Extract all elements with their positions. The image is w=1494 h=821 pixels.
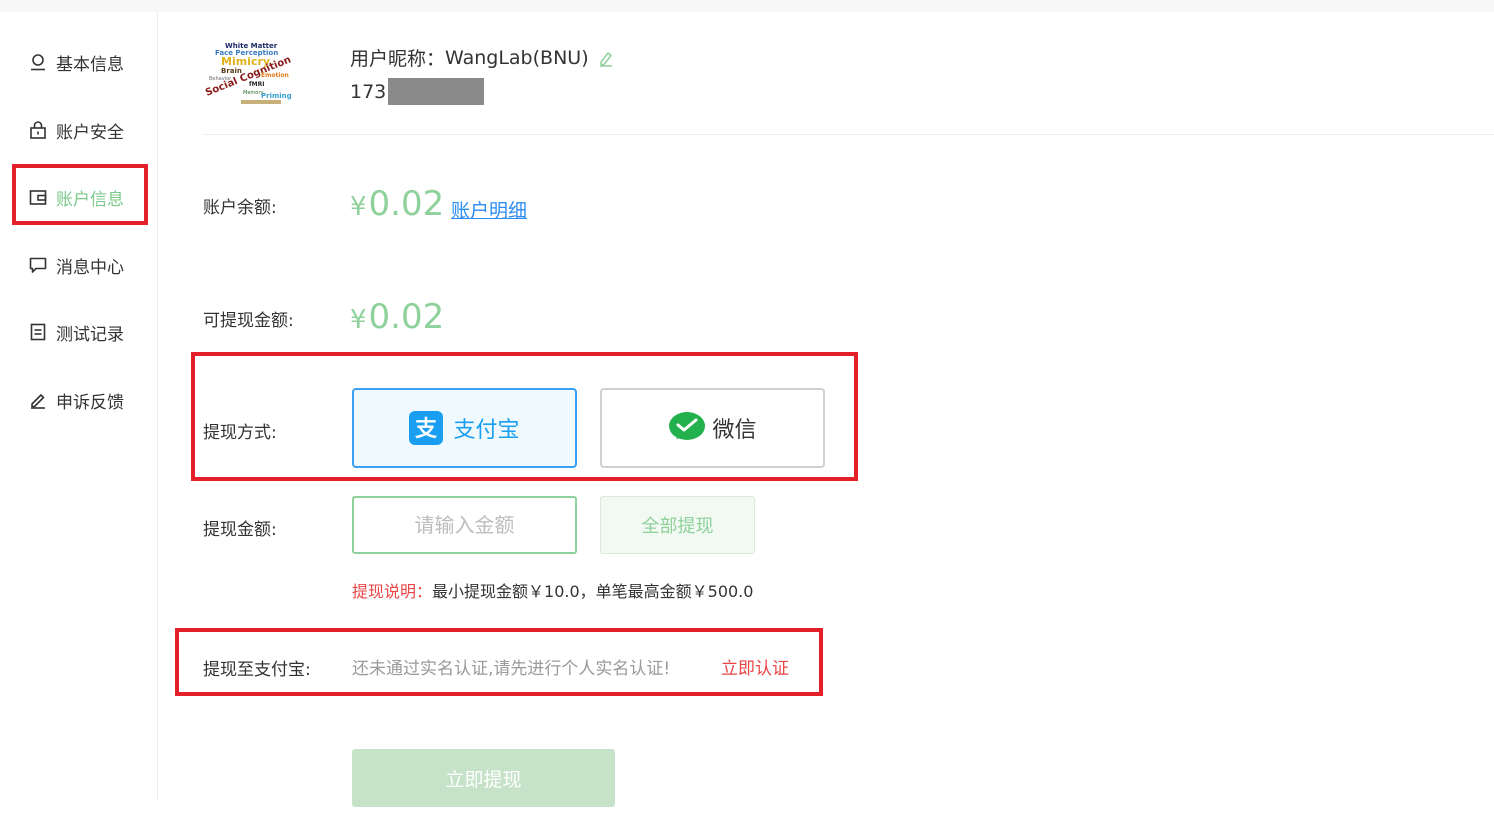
phone-mask [388, 78, 485, 105]
sidebar-item-label: 基本信息 [56, 54, 124, 75]
currency-symbol: ¥ [350, 305, 367, 335]
avatar: White Matter Face Perception Mimicry Bra… [203, 40, 295, 108]
sidebar-item-basic-info[interactable]: 基本信息 [28, 47, 124, 77]
sidebar-item-label: 申诉反馈 [56, 392, 124, 413]
svg-text:Priming: Priming [261, 92, 292, 100]
withdrawable-amount: ¥0.02 [350, 297, 444, 337]
currency-symbol: ¥ [350, 192, 367, 222]
nickname-row: 用户昵称： WangLab(BNU) [350, 44, 615, 71]
note-title: 提现说明： [352, 582, 433, 601]
nickname-label: 用户昵称： [350, 48, 446, 70]
svg-text:支: 支 [415, 417, 438, 442]
sidebar-item-message-center[interactable]: 消息中心 [28, 250, 124, 280]
phone-prefix: 173 [350, 80, 387, 103]
phone-row: 173 [350, 78, 485, 105]
to-alipay-label: 提现至支付宝: [203, 660, 311, 680]
svg-text:Behavior: Behavior [209, 76, 232, 82]
amount-input[interactable] [352, 496, 577, 554]
withdraw-amount-label: 提现金额: [203, 520, 277, 540]
account-detail-link[interactable]: 账户明细 [451, 196, 527, 223]
sidebar-item-feedback[interactable]: 申诉反馈 [28, 385, 124, 415]
balance-value: 0.02 [368, 184, 445, 224]
wechat-label: 微信 [712, 418, 757, 443]
withdraw-method-label: 提现方式: [203, 423, 277, 443]
sidebar: 基本信息 账户安全 账户信息 消息中心 测试记录 申诉反馈 [0, 12, 158, 800]
top-bar [0, 0, 1494, 12]
verify-now-link[interactable]: 立即认证 [721, 654, 789, 679]
withdraw-note: 提现说明：最小提现金额￥10.0，单笔最高金额￥500.0 [352, 578, 753, 602]
user-icon [28, 52, 48, 72]
lock-icon [28, 120, 48, 140]
sidebar-item-label: 账户安全 [56, 122, 124, 143]
alipay-option[interactable]: 支 支付宝 [352, 388, 577, 468]
withdraw-submit-button[interactable]: 立即提现 [352, 749, 615, 807]
balance-label: 账户余额: [203, 198, 277, 218]
note-text: 最小提现金额￥10.0，单笔最高金额￥500.0 [432, 582, 754, 601]
nickname-value: WangLab(BNU) [445, 46, 589, 69]
edit-icon[interactable] [597, 49, 615, 67]
pencil-icon [28, 390, 48, 410]
alipay-icon: 支 [409, 411, 444, 445]
wechat-icon [668, 411, 706, 445]
withdrawable-value: 0.02 [368, 297, 445, 337]
withdrawable-label: 可提现金额: [203, 311, 294, 331]
balance-amount: ¥0.02 [350, 184, 444, 224]
svg-text:Emotion: Emotion [261, 72, 289, 79]
svg-text:fMRI: fMRI [249, 81, 264, 88]
verify-message: 还未通过实名认证,请先进行个人实名认证! [352, 659, 671, 679]
alipay-label: 支付宝 [453, 418, 520, 443]
sidebar-item-account-security[interactable]: 账户安全 [28, 115, 124, 145]
sidebar-item-label: 消息中心 [56, 257, 124, 278]
sidebar-item-test-records[interactable]: 测试记录 [28, 317, 124, 347]
message-icon [28, 255, 48, 275]
divider [203, 134, 1494, 135]
wechat-option[interactable]: 微信 [600, 388, 825, 468]
withdraw-all-button[interactable]: 全部提现 [600, 496, 755, 554]
highlight-box-account-info [12, 164, 148, 225]
sidebar-item-label: 测试记录 [56, 324, 124, 345]
document-icon [28, 322, 48, 342]
